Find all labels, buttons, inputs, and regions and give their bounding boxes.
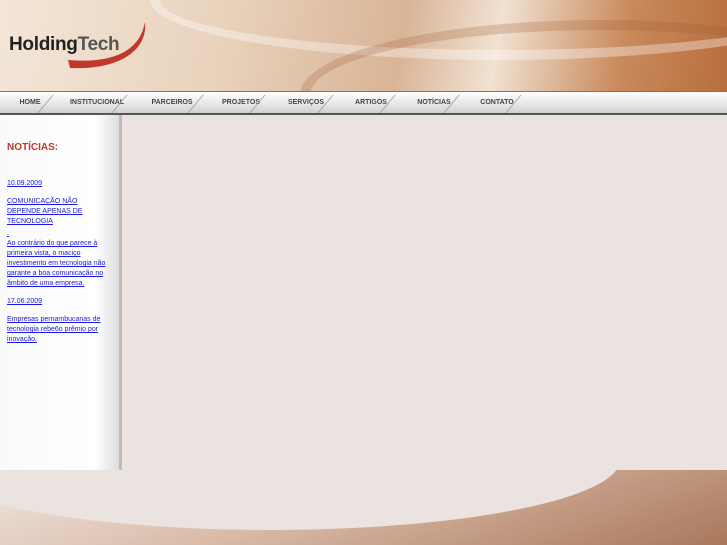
- nav-institucional[interactable]: INSTITUCIONAL: [60, 92, 134, 113]
- header-banner: HoldingTech: [0, 0, 727, 91]
- nav-artigos[interactable]: ARTIGOS: [340, 92, 402, 113]
- main-nav: HOME INSTITUCIONAL PARCEIROS PROJETOS SE…: [0, 91, 727, 115]
- nav-projetos[interactable]: PROJETOS: [210, 92, 272, 113]
- nav-servicos[interactable]: SERVIÇOS: [272, 92, 340, 113]
- news-date-link[interactable]: 17.06.2009: [7, 297, 112, 307]
- news-sidebar: NOTÍCIAS: 10.09.2009 COMUNICAÇÃO NÃO DEP…: [0, 115, 122, 470]
- nav-home[interactable]: HOME: [0, 92, 60, 113]
- nav-parceiros[interactable]: PARCEIROS: [134, 92, 210, 113]
- nav-noticias[interactable]: NOTÍCIAS: [402, 92, 466, 113]
- news-headline-link[interactable]: COMUNICAÇÃO NÃO DEPENDE APENAS DE TECNOL…: [7, 197, 112, 227]
- news-date-link[interactable]: 10.09.2009: [7, 179, 112, 189]
- news-dot-link[interactable]: .: [7, 229, 112, 239]
- news-summary-link[interactable]: Ao contrário do que parece à primeira vi…: [7, 239, 112, 289]
- news-headline-link[interactable]: Empresas pernambucanas de tecnologia reb…: [7, 315, 112, 345]
- nav-contato[interactable]: CONTATO: [466, 92, 528, 113]
- news-title: NOTÍCIAS:: [7, 142, 59, 153]
- logo-swoosh-icon: [68, 22, 146, 69]
- footer-banner: [0, 470, 727, 545]
